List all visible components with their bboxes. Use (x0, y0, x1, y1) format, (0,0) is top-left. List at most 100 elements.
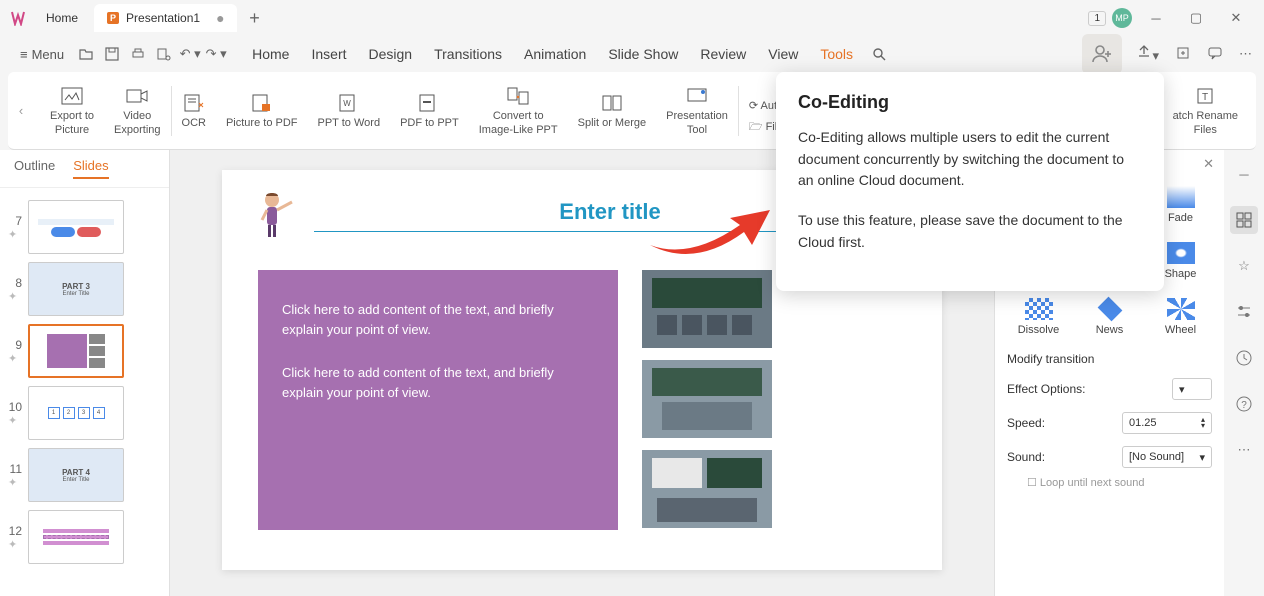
menu-tab-slideshow[interactable]: Slide Show (606, 42, 680, 66)
presentation-tool[interactable]: Presentation Tool (656, 72, 738, 149)
video-icon (125, 84, 149, 108)
tooltip-paragraph: To use this feature, please save the doc… (798, 210, 1142, 253)
ppt-word-icon: W (337, 91, 361, 115)
collapse-icon[interactable]: ─ (1230, 160, 1258, 188)
slides-panel: Outline Slides 7✦ 8✦ PART 3 Enter Title … (0, 150, 170, 596)
print-preview-icon[interactable] (152, 42, 176, 66)
picture-icon (60, 84, 84, 108)
share-icon[interactable]: ▾ (1136, 44, 1159, 64)
slide-thumb: PART 3 Enter Title (28, 262, 124, 316)
menu-tab-design[interactable]: Design (367, 42, 415, 66)
avatar[interactable]: MP (1112, 8, 1132, 28)
help-icon[interactable]: ? (1230, 390, 1258, 418)
print-icon[interactable] (126, 42, 150, 66)
slide-image[interactable] (642, 270, 772, 348)
speed-row: Speed: 01.25▴▾ (1007, 412, 1212, 434)
counter-badge[interactable]: 1 (1088, 11, 1106, 26)
convert-icon (506, 84, 530, 108)
pic-pdf-icon (250, 91, 274, 115)
transition-dissolve[interactable]: Dissolve (1007, 298, 1070, 336)
open-icon[interactable] (74, 42, 98, 66)
speed-input[interactable]: 01.25▴▾ (1122, 412, 1212, 434)
menu-tab-home[interactable]: Home (250, 42, 291, 66)
tab-home-label: Home (46, 11, 78, 25)
tab-modified-dot: ● (216, 10, 224, 26)
menu-tab-transitions[interactable]: Transitions (432, 42, 504, 66)
coediting-button[interactable] (1082, 34, 1122, 74)
save-icon[interactable] (100, 42, 124, 66)
undo-icon[interactable]: ↶ ▾ (178, 42, 202, 66)
picture-to-pdf[interactable]: Picture to PDF (216, 72, 308, 149)
slide-item[interactable]: 11✦ PART 4 Enter Title (0, 444, 169, 506)
ocr[interactable]: OCR (172, 72, 216, 149)
sound-select[interactable]: [No Sound]▾ (1122, 446, 1212, 468)
tab-home[interactable]: Home (34, 4, 90, 32)
loop-checkbox-label[interactable]: ☐ Loop until next sound (1027, 476, 1212, 489)
slides-tab[interactable]: Slides (73, 158, 108, 179)
app-icon (8, 8, 28, 28)
slide-image[interactable] (642, 450, 772, 528)
callout-arrow-icon (640, 190, 780, 273)
menu-tab-tools[interactable]: Tools (818, 42, 855, 66)
history-icon[interactable] (1230, 344, 1258, 372)
more-icon[interactable]: ⋯ (1239, 46, 1252, 62)
redo-icon[interactable]: ↷ ▾ (204, 42, 228, 66)
convert-image-ppt[interactable]: Convert to Image-Like PPT (469, 72, 568, 149)
slide-image-column (642, 270, 772, 530)
menu-tabs: Home Insert Design Transitions Animation… (250, 42, 855, 66)
slide-thumb-selected (28, 324, 124, 378)
slide-thumb (28, 510, 124, 564)
star-icon[interactable]: ☆ (1230, 252, 1258, 280)
video-exporting[interactable]: Video Exporting (104, 72, 170, 149)
coediting-tooltip: Co-Editing Co-Editing allows multiple us… (776, 72, 1164, 291)
outline-tab[interactable]: Outline (14, 158, 55, 179)
tab-document[interactable]: P Presentation1 ● (94, 4, 237, 32)
slide-text-box[interactable]: Click here to add content of the text, a… (258, 270, 618, 530)
slides-tabs: Outline Slides (0, 150, 169, 188)
svg-text:W: W (343, 99, 351, 108)
menu-tab-insert[interactable]: Insert (309, 42, 348, 66)
pdf-to-ppt[interactable]: PDF to PPT (390, 72, 469, 149)
chat-icon[interactable] (1207, 45, 1223, 64)
export-icon[interactable] (1175, 45, 1191, 64)
ribbon-scroll-left[interactable]: ‹ (12, 81, 30, 141)
effect-options-row: Effect Options: ▾ (1007, 378, 1212, 400)
split-or-merge[interactable]: Split or Merge (568, 72, 656, 149)
modify-transition-label: Modify transition (1007, 352, 1212, 366)
ocr-icon (182, 91, 206, 115)
slide-item[interactable]: 8✦ PART 3 Enter Title (0, 258, 169, 320)
menu-tab-view[interactable]: View (766, 42, 800, 66)
maximize-button[interactable]: ▢ (1176, 4, 1216, 32)
svg-text:P: P (110, 13, 116, 23)
more-icon[interactable]: ⋯ (1230, 436, 1258, 464)
settings-icon[interactable] (1230, 298, 1258, 326)
slide-image[interactable] (642, 360, 772, 438)
tab-document-label: Presentation1 (126, 11, 200, 25)
slide-item[interactable]: 9✦ (0, 320, 169, 382)
export-to-picture[interactable]: Export to Picture (40, 72, 104, 149)
close-button[interactable]: ✕ (1216, 4, 1256, 32)
ppt-to-word[interactable]: W PPT to Word (308, 72, 391, 149)
transition-news[interactable]: News (1078, 298, 1141, 336)
slide-thumb: 1234 (28, 386, 124, 440)
teacher-figure-icon (258, 190, 294, 240)
titlebar: Home P Presentation1 ● + 1 MP ─ ▢ ✕ (0, 0, 1264, 36)
vertical-toolbar: ─ ☆ ? ⋯ (1224, 150, 1264, 596)
tab-add[interactable]: + (241, 4, 269, 32)
search-icon[interactable] (867, 42, 891, 66)
transition-wheel[interactable]: Wheel (1149, 298, 1212, 336)
properties-icon[interactable] (1230, 206, 1258, 234)
slide-item[interactable]: 7✦ (0, 196, 169, 258)
effect-options-select[interactable]: ▾ (1172, 378, 1212, 400)
close-pane-icon[interactable]: ✕ (1203, 156, 1214, 172)
batch-rename[interactable]: T atch Rename Files (1163, 72, 1248, 149)
split-merge-icon (600, 91, 624, 115)
menu-tab-review[interactable]: Review (698, 42, 748, 66)
menu-tab-animation[interactable]: Animation (522, 42, 588, 66)
sound-row: Sound: [No Sound]▾ (1007, 446, 1212, 468)
minimize-button[interactable]: ─ (1136, 4, 1176, 32)
menu-button[interactable]: ≡ Menu (12, 44, 72, 65)
pdf-ppt-icon (417, 91, 441, 115)
slide-item[interactable]: 12✦ (0, 506, 169, 568)
slide-item[interactable]: 10✦ 1234 (0, 382, 169, 444)
